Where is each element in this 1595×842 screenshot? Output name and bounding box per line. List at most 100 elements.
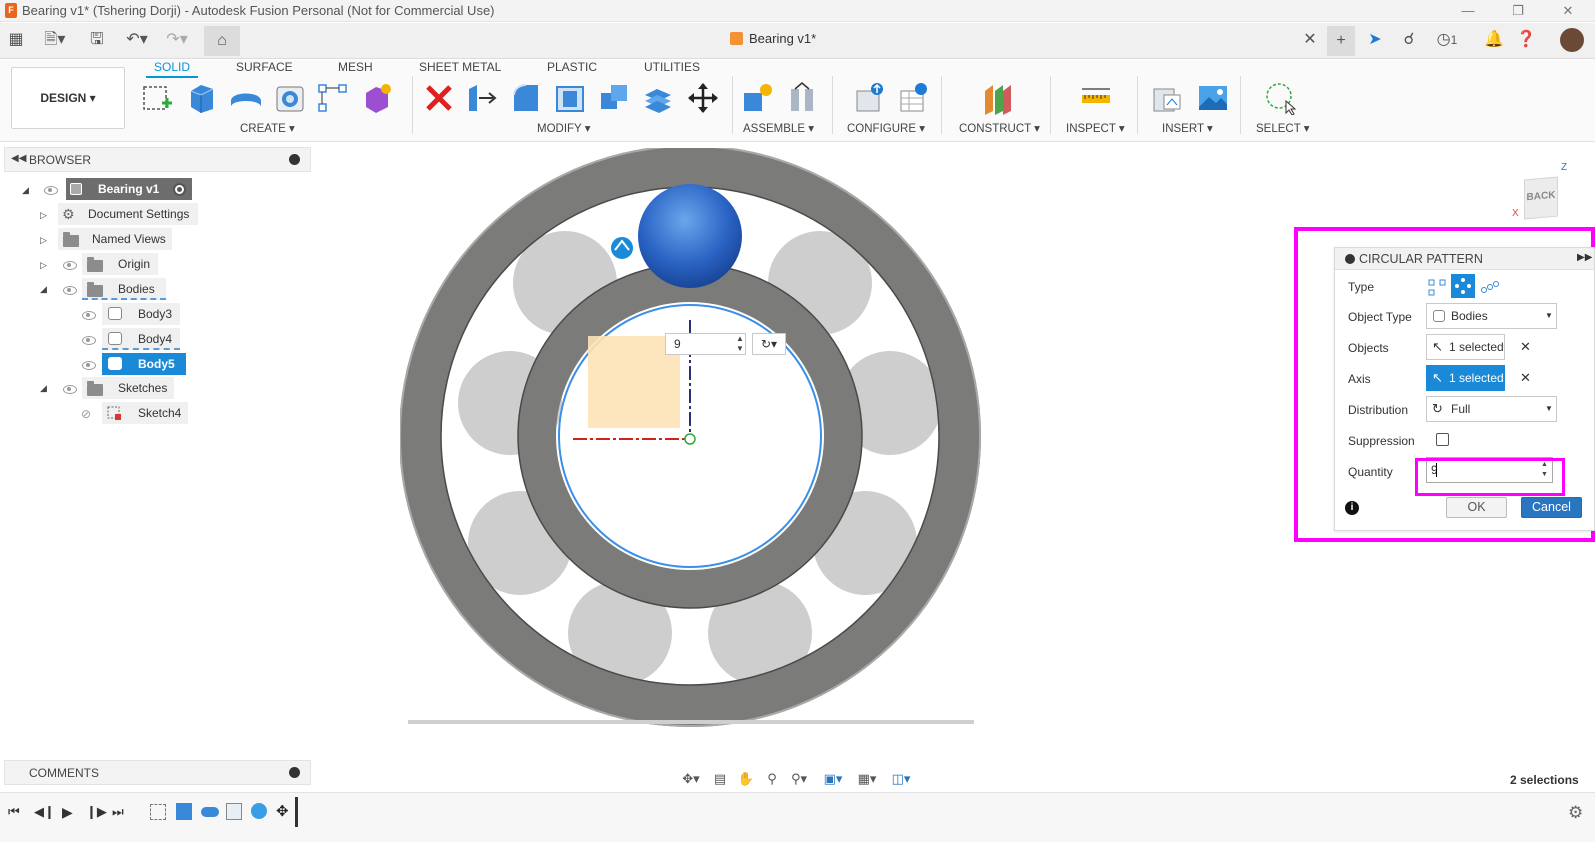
- workspace-switcher[interactable]: DESIGN ▾: [11, 67, 125, 129]
- expand-arrow-icon[interactable]: ▷: [40, 235, 50, 245]
- notifications-count[interactable]: ◷1: [1432, 29, 1462, 51]
- eye-icon[interactable]: [82, 361, 96, 370]
- app-grid-icon[interactable]: ▦: [5, 29, 27, 51]
- group-inspect[interactable]: INSPECT ▾: [1066, 121, 1125, 135]
- joint-icon[interactable]: [785, 81, 819, 115]
- undo-icon[interactable]: ↶▾: [122, 29, 152, 51]
- look-at-icon[interactable]: ▤: [711, 770, 729, 788]
- expand-dialog-icon[interactable]: ▶▶: [1577, 252, 1592, 263]
- hidden-eye-icon[interactable]: ⊘: [81, 407, 91, 421]
- distribution-dropdown-canvas[interactable]: ↻▾: [752, 333, 786, 355]
- canvas-quantity-input[interactable]: 9 ▲ ▼: [665, 333, 746, 355]
- clear-axis-icon[interactable]: ✕: [1520, 370, 1531, 386]
- revolve-icon[interactable]: [229, 81, 263, 115]
- document-tab[interactable]: Bearing v1*: [730, 31, 816, 46]
- bell-icon[interactable]: 🔔: [1483, 29, 1505, 51]
- add-comment-icon[interactable]: [289, 767, 300, 778]
- viewports-icon[interactable]: ◫▾: [889, 770, 913, 788]
- group-assemble[interactable]: ASSEMBLE ▾: [743, 121, 814, 135]
- tree-item-sketch4[interactable]: Sketch4: [102, 402, 188, 424]
- objects-selector[interactable]: ↖ 1 selected: [1426, 334, 1505, 360]
- tree-item-body4[interactable]: Body4: [102, 328, 180, 350]
- new-component-icon[interactable]: [740, 81, 774, 115]
- tab-plastic[interactable]: PLASTIC: [547, 60, 597, 74]
- rotate-manipulator-icon[interactable]: [609, 235, 635, 261]
- eye-icon[interactable]: [82, 336, 96, 345]
- expand-arrow-icon[interactable]: ▷: [40, 260, 50, 270]
- close-window-icon[interactable]: ✕: [1558, 1, 1578, 21]
- step-back-icon[interactable]: ◀❙: [34, 804, 55, 820]
- tab-utilities[interactable]: UTILITIES: [644, 60, 700, 74]
- info-icon[interactable]: i: [1345, 501, 1359, 515]
- go-to-start-icon[interactable]: ⏮: [8, 804, 20, 820]
- browser-options-icon[interactable]: [289, 154, 300, 165]
- type-components-icon[interactable]: [1480, 277, 1500, 297]
- timeline-revolve-icon[interactable]: [201, 807, 219, 817]
- measure-icon[interactable]: [1079, 81, 1113, 115]
- timeline-extrude-icon[interactable]: [176, 803, 192, 820]
- eye-icon[interactable]: [44, 186, 58, 195]
- insert-canvas-icon[interactable]: [1196, 81, 1230, 115]
- cancel-button[interactable]: Cancel: [1521, 497, 1582, 518]
- axis-selector[interactable]: ↖ 1 selected: [1426, 365, 1505, 391]
- pattern-icon[interactable]: [316, 81, 350, 115]
- timeline-sphere-icon[interactable]: [251, 803, 267, 819]
- redo-icon[interactable]: ↷▾: [162, 29, 192, 51]
- offset-plane-icon[interactable]: [981, 81, 1015, 115]
- avatar[interactable]: [1560, 28, 1584, 52]
- tree-item-body3[interactable]: Body3: [102, 303, 180, 325]
- configuration-table-icon[interactable]: [897, 81, 931, 115]
- tab-mesh[interactable]: MESH: [338, 60, 373, 74]
- collapse-arrow-icon[interactable]: ◢: [22, 185, 32, 195]
- model-viewport[interactable]: [400, 148, 1000, 748]
- tree-item-document-settings[interactable]: ⚙ Document Settings: [58, 203, 198, 225]
- viewcube-face[interactable]: BACK: [1524, 176, 1558, 220]
- object-type-select[interactable]: Bodies ▼: [1426, 303, 1557, 329]
- tab-surface[interactable]: SURFACE: [236, 60, 293, 74]
- home-icon[interactable]: ⌂: [204, 26, 240, 56]
- new-tab-icon[interactable]: +: [1327, 26, 1355, 56]
- distribution-select[interactable]: ↻ Full ▼: [1426, 396, 1557, 422]
- tab-solid[interactable]: SOLID: [146, 60, 199, 78]
- display-settings-icon[interactable]: ▣▾: [821, 770, 845, 788]
- job-status-icon[interactable]: ☌: [1398, 29, 1420, 51]
- eye-icon[interactable]: [63, 385, 77, 394]
- collapse-browser-icon[interactable]: ◀◀: [11, 153, 26, 164]
- create-form-icon[interactable]: [360, 81, 394, 115]
- hole-icon[interactable]: [273, 81, 307, 115]
- help-icon[interactable]: ❓: [1515, 29, 1537, 51]
- shell-icon[interactable]: [553, 81, 587, 115]
- collapse-dialog-icon[interactable]: [1345, 254, 1355, 264]
- close-tab-icon[interactable]: ✕: [1299, 29, 1321, 51]
- file-menu-icon[interactable]: 🗎▾: [40, 29, 70, 51]
- clear-objects-icon[interactable]: ✕: [1520, 339, 1531, 355]
- timeline-combine-icon[interactable]: [226, 803, 242, 820]
- tree-item-bodies[interactable]: Bodies: [82, 278, 166, 300]
- group-select[interactable]: SELECT ▾: [1256, 121, 1310, 135]
- activate-component-icon[interactable]: [173, 183, 186, 196]
- group-configure[interactable]: CONFIGURE ▾: [847, 121, 925, 135]
- save-icon[interactable]: 🖫: [86, 29, 108, 51]
- timeline-marker[interactable]: [295, 797, 298, 827]
- type-bodies-icon[interactable]: [1451, 274, 1475, 298]
- group-insert[interactable]: INSERT ▾: [1162, 121, 1213, 135]
- group-modify[interactable]: MODIFY ▾: [537, 121, 590, 135]
- collapse-arrow-icon[interactable]: ◢: [40, 383, 50, 393]
- tree-item-named-views[interactable]: Named Views: [58, 228, 172, 250]
- configure-icon[interactable]: [853, 81, 887, 115]
- group-construct[interactable]: CONSTRUCT ▾: [959, 121, 1040, 135]
- move-copy-icon[interactable]: [686, 81, 720, 115]
- step-forward-icon[interactable]: ❙▶: [86, 804, 107, 820]
- minimize-icon[interactable]: —: [1458, 1, 1478, 21]
- extrude-icon[interactable]: [185, 81, 219, 115]
- eye-icon[interactable]: [82, 311, 96, 320]
- type-features-icon[interactable]: [1427, 277, 1447, 297]
- ok-button[interactable]: OK: [1446, 497, 1507, 518]
- eye-icon[interactable]: [63, 286, 77, 295]
- timeline-move-icon[interactable]: ✥: [276, 802, 289, 820]
- tree-item-origin[interactable]: Origin: [82, 253, 158, 275]
- offset-face-icon[interactable]: [641, 81, 675, 115]
- combine-icon[interactable]: [597, 81, 631, 115]
- go-to-end-icon[interactable]: ⏭: [112, 804, 124, 820]
- play-icon[interactable]: ▶: [62, 804, 73, 821]
